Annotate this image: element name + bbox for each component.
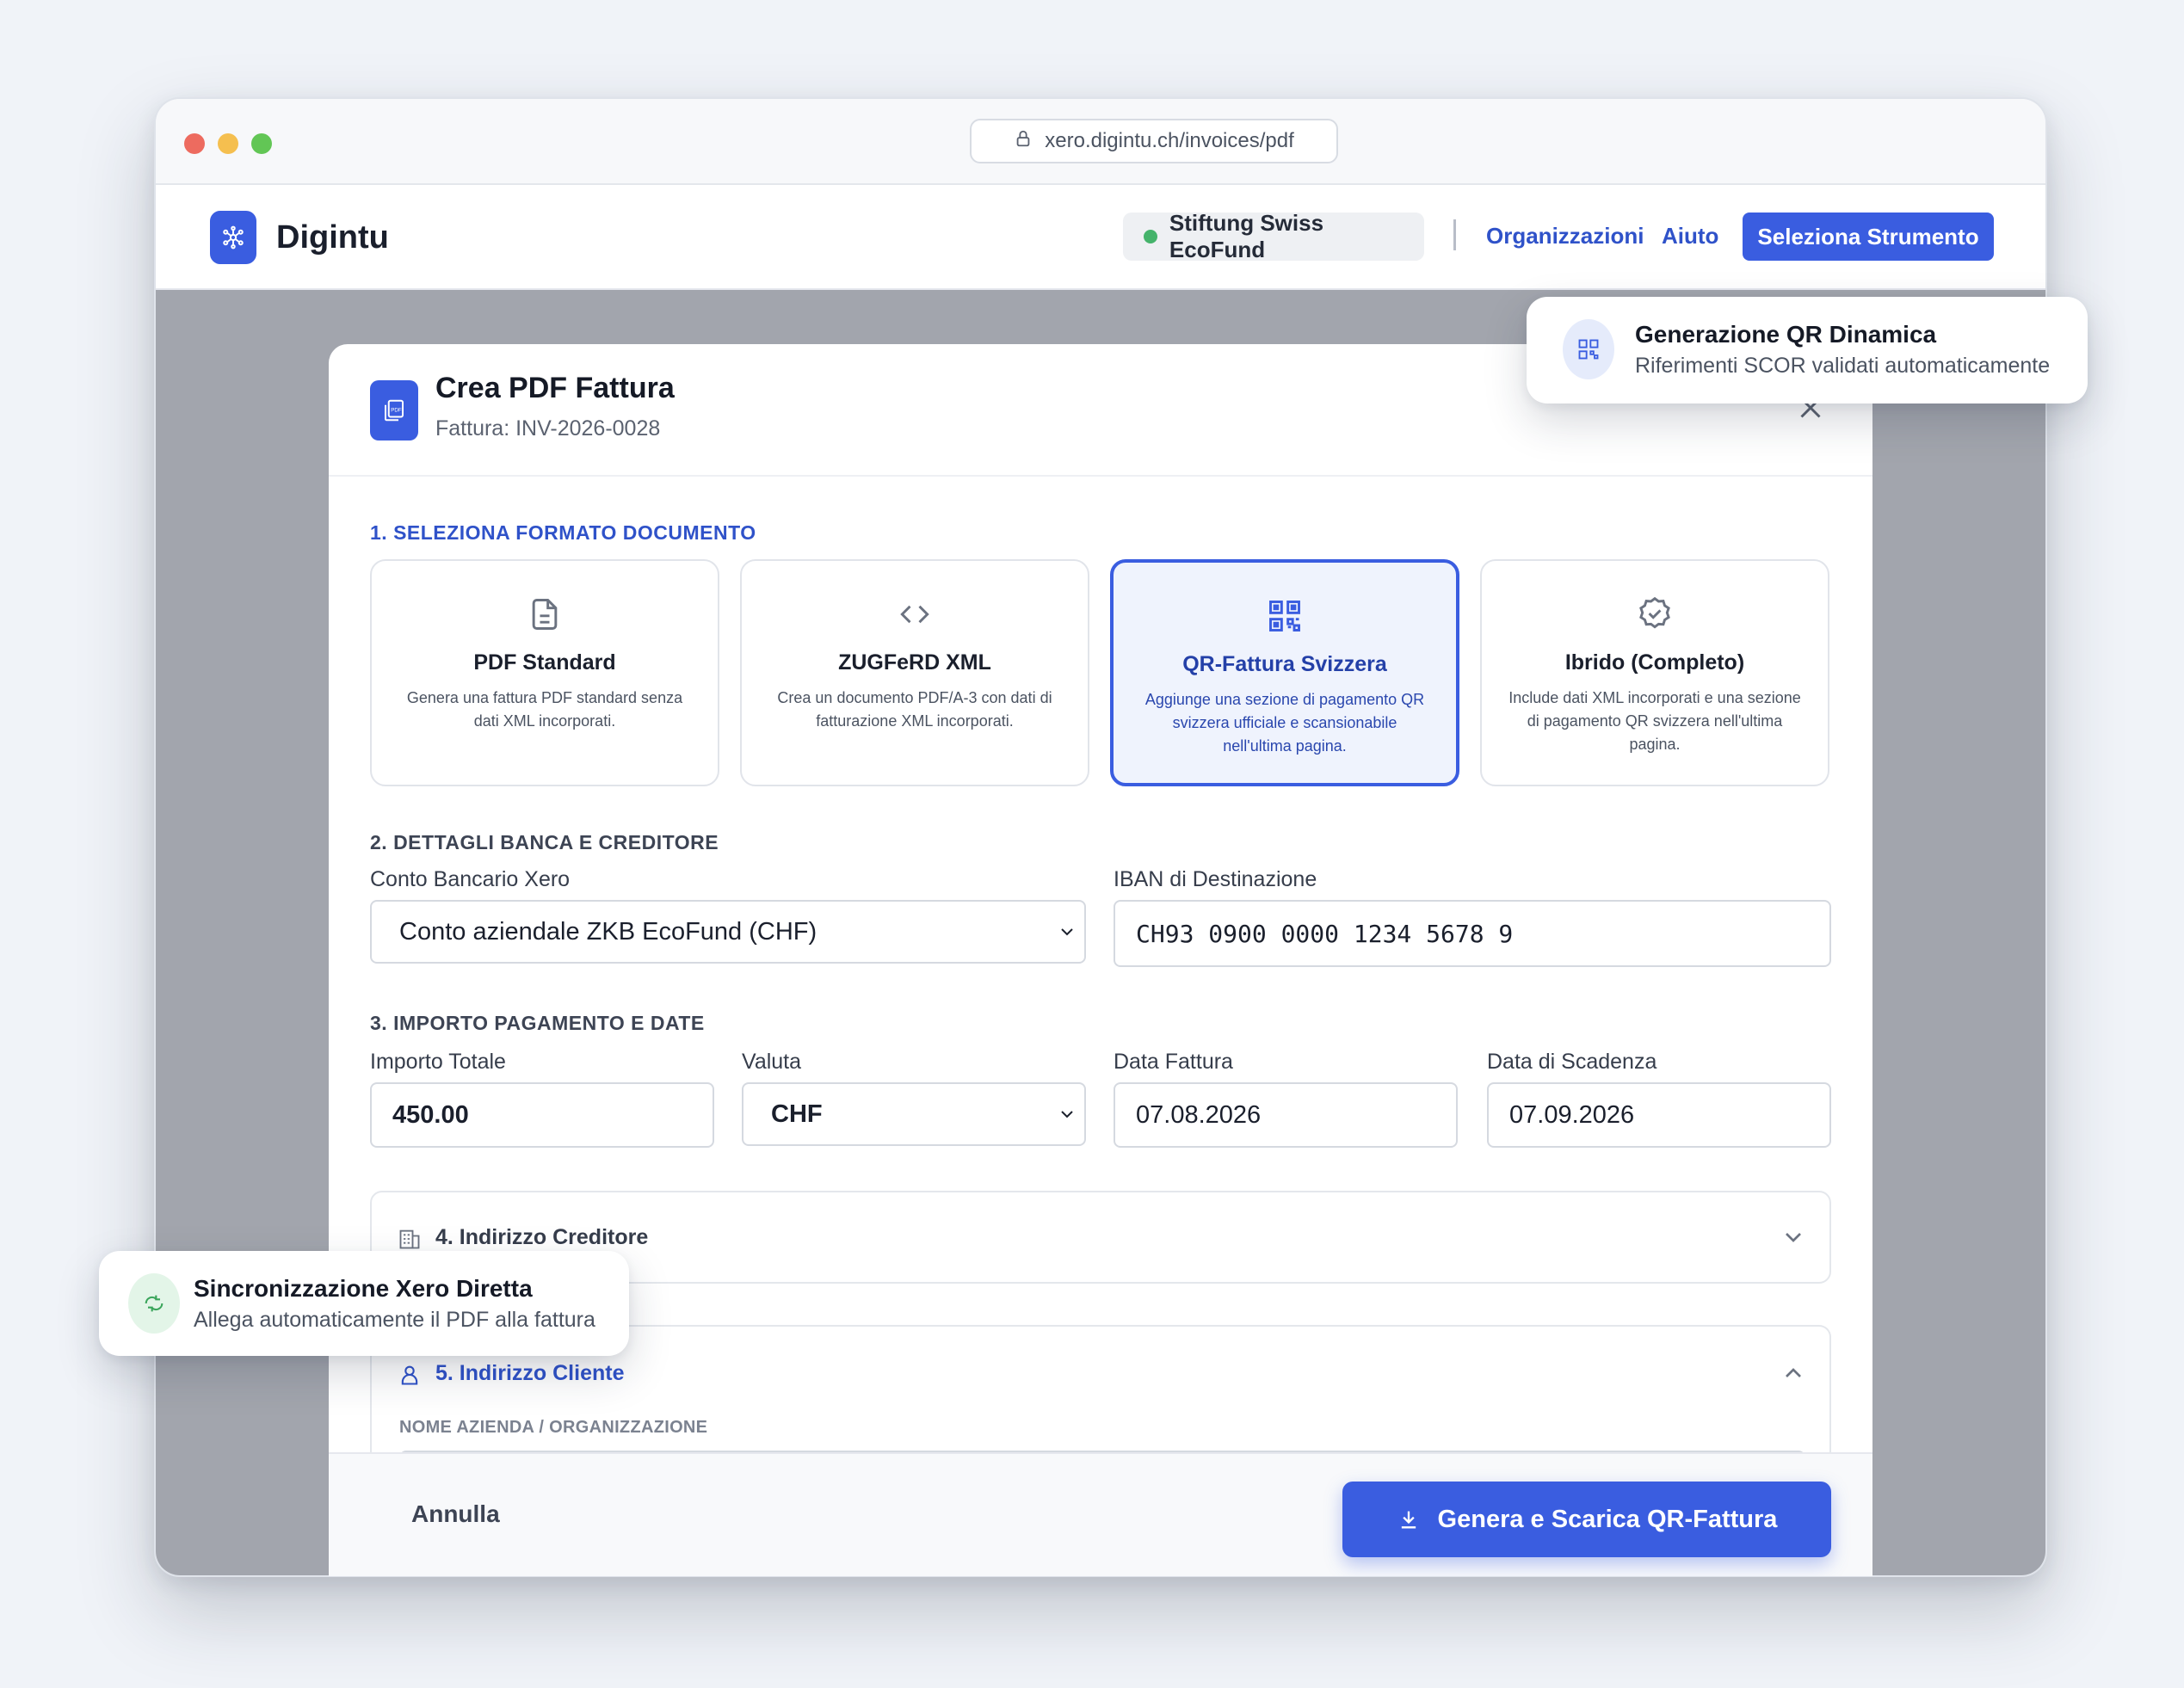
generate-download-button[interactable]: Genera e Scarica QR-Fattura <box>1342 1482 1831 1557</box>
sync-icon <box>128 1273 180 1334</box>
nav-organizations-link[interactable]: Organizzazioni <box>1486 223 1644 250</box>
download-icon <box>1401 1511 1416 1529</box>
format-title: Ibrido (Completo) <box>1564 650 1745 675</box>
iban-label: IBAN di Destinazione <box>1114 867 1317 891</box>
company-name-label: NOME AZIENDA / ORGANIZZAZIONE <box>399 1418 708 1437</box>
due-date-input[interactable]: 07.09.2026 <box>1487 1082 1831 1148</box>
qr-code-icon <box>1563 319 1614 379</box>
nav-help-link[interactable]: Aiuto <box>1662 223 1718 250</box>
invoice-number: Fattura: INV-2026-0028 <box>435 416 661 440</box>
format-description: Include dati XML incorporati e una sezio… <box>1508 689 1801 753</box>
window-maximize-dot[interactable] <box>251 133 272 154</box>
iban-value: CH93 0900 0000 1234 5678 9 <box>1136 919 1514 948</box>
currency-value: CHF <box>771 1100 823 1128</box>
app-header: Digintu Stiftung Swiss EcoFund Organizza… <box>156 185 2045 290</box>
address-bar[interactable]: xero.digintu.ch/invoices/pdf <box>970 119 1338 163</box>
accordion-title: 4. Indirizzo Creditore <box>435 1225 649 1249</box>
section-format-title: 1. SELEZIONA FORMATO DOCUMENTO <box>370 521 756 544</box>
qr-code-icon <box>1269 601 1300 631</box>
amount-value: 450.00 <box>392 1100 469 1129</box>
cancel-button[interactable]: Annulla <box>411 1500 500 1528</box>
accordion-title: 5. Indirizzo Cliente <box>435 1361 625 1385</box>
format-card-hybrid[interactable]: Ibrido (Completo) Include dati XML incor… <box>1480 559 1829 786</box>
url-text: xero.digintu.ch/invoices/pdf <box>1045 129 1294 152</box>
chevron-down-icon <box>1061 928 1073 936</box>
organization-badge: Stiftung Swiss EcoFund <box>1123 210 1424 262</box>
building-icon <box>399 1229 420 1249</box>
modal-title: Crea PDF Fattura <box>435 372 675 404</box>
toast-qr-generation: Generazione QR Dinamica Riferimenti SCOR… <box>1527 297 2088 404</box>
format-title: PDF Standard <box>473 650 616 675</box>
select-tool-button[interactable]: Seleziona Strumento <box>1743 213 1994 261</box>
bank-account-label: Conto Bancario Xero <box>370 867 571 891</box>
modal-footer: Annulla Genera e Scarica QR-Fattura <box>329 1452 1872 1576</box>
toast-xero-sync: Sincronizzazione Xero Diretta Allega aut… <box>99 1251 629 1356</box>
toast-title: Generazione QR Dinamica <box>1635 321 1937 348</box>
browser-titlebar: xero.digintu.ch/invoices/pdf <box>156 99 2045 185</box>
amount-input[interactable]: 450.00 <box>370 1082 714 1148</box>
window-close-dot[interactable] <box>184 133 205 154</box>
due-date-label: Data di Scadenza <box>1487 1050 1657 1074</box>
bank-account-value: Conto aziendale ZKB EcoFund (CHF) <box>399 917 817 946</box>
svg-text:PDF: PDF <box>391 407 402 413</box>
chevron-up-icon <box>1786 1368 1801 1377</box>
invoice-date-label: Data Fattura <box>1114 1050 1233 1074</box>
format-title: QR-Fattura Svizzera <box>1182 652 1387 676</box>
header-divider <box>1453 219 1456 250</box>
user-icon <box>401 1365 418 1385</box>
format-description: Crea un documento PDF/A-3 con dati di fa… <box>777 689 1052 730</box>
bank-account-select[interactable]: Conto aziendale ZKB EcoFund (CHF) <box>370 900 1086 964</box>
document-icon <box>532 599 558 630</box>
organization-name: Stiftung Swiss EcoFund <box>1169 210 1324 262</box>
format-description: Aggiunge una sezione di pagamento QR svi… <box>1144 691 1425 755</box>
generate-label: Genera e Scarica QR-Fattura <box>1437 1505 1778 1533</box>
due-date-value: 07.09.2026 <box>1509 1100 1635 1129</box>
invoice-date-value: 07.08.2026 <box>1136 1100 1262 1129</box>
pdf-file-icon: PDF <box>370 380 418 440</box>
currency-label: Valuta <box>742 1050 802 1074</box>
toast-subtitle: Allega automaticamente il PDF alla fattu… <box>194 1308 595 1332</box>
iban-input[interactable]: CH93 0900 0000 1234 5678 9 <box>1114 900 1831 967</box>
chevron-down-icon <box>1061 1111 1073 1118</box>
section-amount-title: 3. IMPORTO PAGAMENTO E DATE <box>370 1012 705 1034</box>
format-card-zugferd[interactable]: ZUGFeRD XML Crea un documento PDF/A-3 co… <box>740 559 1089 786</box>
format-title: ZUGFeRD XML <box>838 650 991 675</box>
format-card-pdf-standard[interactable]: PDF Standard Genera una fattura PDF stan… <box>370 559 719 786</box>
create-pdf-modal: PDF Crea PDF Fattura Fattura: INV-2026-0… <box>329 344 1872 1576</box>
section-bank-title: 2. DETTAGLI BANCA E CREDITORE <box>370 831 719 853</box>
currency-select[interactable]: CHF <box>742 1082 1086 1146</box>
verified-badge-icon <box>1639 596 1670 629</box>
invoice-date-input[interactable]: 07.08.2026 <box>1114 1082 1458 1148</box>
format-card-qr-invoice[interactable]: QR-Fattura Svizzera Aggiunge una sezione… <box>1110 559 1459 786</box>
toast-subtitle: Riferimenti SCOR validati automaticament… <box>1635 354 2051 378</box>
brand-name: Digintu <box>276 219 389 256</box>
logo-icon[interactable] <box>210 211 256 264</box>
lock-icon <box>1014 129 1033 154</box>
window-minimize-dot[interactable] <box>218 133 238 154</box>
status-dot-icon <box>1144 230 1157 243</box>
amount-label: Importo Totale <box>370 1050 506 1074</box>
format-description: Genera una fattura PDF standard senza da… <box>406 689 683 730</box>
code-icon <box>900 605 929 624</box>
chevron-down-icon <box>1786 1233 1801 1242</box>
toast-title: Sincronizzazione Xero Diretta <box>194 1275 533 1302</box>
